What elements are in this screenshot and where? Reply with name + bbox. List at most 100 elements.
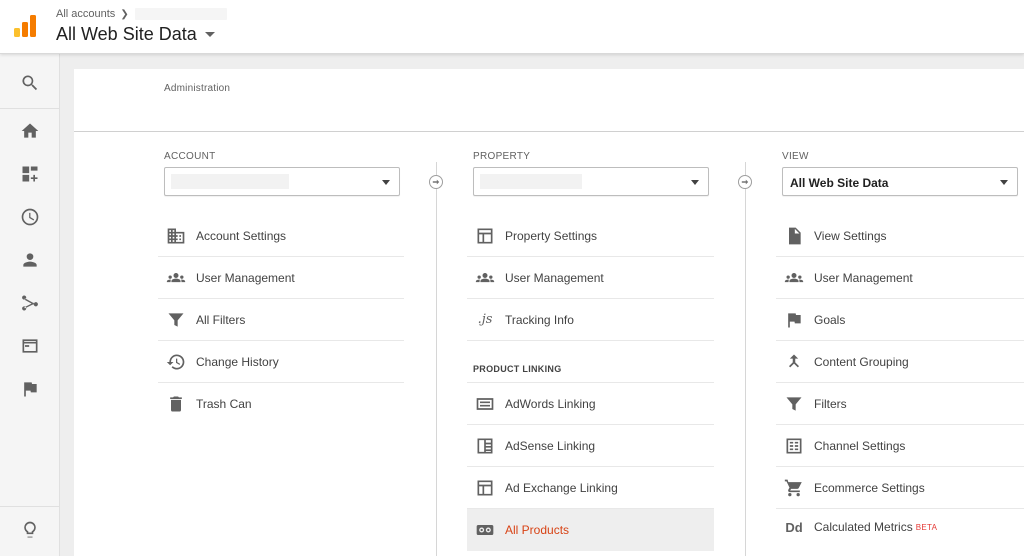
admin-panel: Administration ACCOUNT Account Settings … [74,69,1024,556]
menu-channel-settings[interactable]: Channel Settings [776,425,1024,467]
menu-view-settings[interactable]: View Settings [776,215,1024,257]
header-divider [74,131,1024,132]
property-column-label: PROPERTY [473,151,531,162]
beta-badge: BETA [915,522,938,532]
nav-discover[interactable] [0,509,59,551]
menu-label: AdSense Linking [505,438,596,453]
menu-account-settings[interactable]: Account Settings [158,215,404,257]
menu-property-settings[interactable]: Property Settings [467,215,714,257]
people-icon [783,267,805,289]
search-icon [21,75,37,91]
menu-label: Tracking Info [505,312,574,327]
menu-label: User Management [814,270,913,285]
building-icon [165,225,187,247]
view-title: All Web Site Data [56,24,197,44]
person-icon [22,253,37,267]
filter-icon [783,393,805,415]
menu-label: All Filters [196,312,246,327]
lightbulb-icon [23,521,36,538]
nav-conversions[interactable] [0,368,59,410]
menu-goals[interactable]: Goals [776,299,1024,341]
view-dropdown[interactable]: All Web Site Data [782,167,1018,196]
menu-trash-can[interactable]: Trash Can [158,383,404,425]
menu-label: Filters [814,396,847,411]
arrow-right-circle-icon [429,175,443,189]
nav-realtime[interactable] [0,196,59,238]
nav-acquisition[interactable] [0,282,59,324]
history-icon [165,351,187,373]
property-selector[interactable] [473,167,709,196]
menu-label: View Settings [814,228,887,243]
menu-filters[interactable]: Filters [776,383,1024,425]
redacted-account-name [134,8,227,20]
nav-divider [0,108,59,109]
menu-property-user-management[interactable]: User Management [467,257,714,299]
column-divider [436,162,437,556]
breadcrumb: All accounts ❯ [56,8,227,20]
home-icon [21,123,38,138]
page-title: Administration [164,83,231,94]
filter-icon [165,309,187,331]
menu-change-history[interactable]: Change History [158,341,404,383]
menu-label: User Management [196,270,295,285]
top-header: All accounts ❯ All Web Site Data [0,0,1024,54]
caret-down-icon [382,180,390,185]
cart-icon [783,477,805,499]
document-icon [783,225,805,247]
menu-view-user-management[interactable]: User Management [776,257,1024,299]
menu-label: Goals [814,312,846,327]
menu-label: Change History [196,354,279,369]
view-dropdown-value: All Web Site Data [790,176,889,190]
menu-label: Account Settings [196,228,287,243]
analytics-logo[interactable] [13,14,37,38]
grouping-icon [783,351,805,373]
menu-ad-exchange-linking[interactable]: Ad Exchange Linking [467,467,714,509]
menu-calculated-metrics[interactable]: Dd Calculated Metrics BETA [776,506,1024,548]
js-icon: .js [477,312,493,327]
menu-label: Channel Settings [814,438,906,453]
menu-all-filters[interactable]: All Filters [158,299,404,341]
nav-behavior[interactable] [0,325,59,367]
product-linking-heading: PRODUCT LINKING [473,364,562,374]
link-icon [474,519,496,541]
nav-customization[interactable] [0,153,59,195]
breadcrumb-all-accounts[interactable]: All accounts [56,8,115,20]
account-selector[interactable] [164,167,400,196]
column-divider [745,162,746,556]
channel-icon [783,435,805,457]
menu-adwords-linking[interactable]: AdWords Linking [467,383,714,425]
menu-label: Calculated Metrics [814,520,913,534]
redacted-property-value [480,174,582,189]
menu-label: All Products [505,523,570,537]
people-icon [165,267,187,289]
menu-label: User Management [505,270,604,285]
adsense-icon [474,435,496,457]
redacted-account-value [171,174,289,189]
people-icon [474,267,496,289]
menu-all-products[interactable]: All Products [467,509,714,551]
menu-label: Property Settings [505,228,598,243]
menu-content-grouping[interactable]: Content Grouping [776,341,1024,383]
view-selector[interactable]: All Web Site Data [56,24,215,45]
nav-search[interactable] [0,62,59,104]
account-column-label: ACCOUNT [164,151,216,162]
menu-label: Ad Exchange Linking [505,480,618,495]
nav-audience[interactable] [0,239,59,281]
nav-home[interactable] [0,110,59,152]
flag-icon [23,382,37,397]
arrow-right-circle-icon [738,175,752,189]
left-nav [0,54,60,556]
menu-tracking-info[interactable]: .js Tracking Info [467,299,714,341]
menu-ecommerce-settings[interactable]: Ecommerce Settings [776,467,1024,509]
menu-label: AdWords Linking [505,396,596,411]
menu-adsense-linking[interactable]: AdSense Linking [467,425,714,467]
menu-label: Content Grouping [814,354,909,369]
customization-icon [22,166,37,182]
menu-label: Trash Can [196,397,252,411]
menu-label: Ecommerce Settings [814,480,925,495]
acquisition-icon [21,295,38,311]
nav-divider [0,506,59,507]
menu-account-user-management[interactable]: User Management [158,257,404,299]
window-icon [474,477,496,499]
view-column-label: VIEW [782,151,809,162]
